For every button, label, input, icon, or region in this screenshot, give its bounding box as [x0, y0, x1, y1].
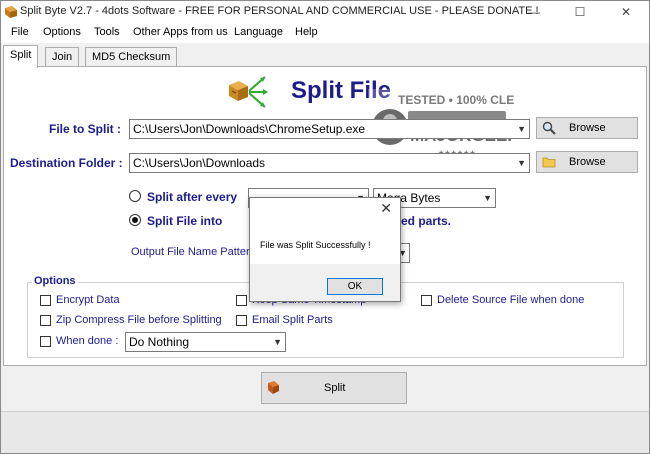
- browse-file-label: Browse: [569, 122, 606, 134]
- keep-timestamp-checkbox[interactable]: [236, 295, 247, 306]
- delete-source-checkbox[interactable]: [421, 295, 432, 306]
- maximize-button[interactable]: ☐: [557, 1, 603, 23]
- split-into-label: Split File into: [147, 214, 223, 228]
- when-done-checkbox[interactable]: [40, 336, 51, 347]
- close-button[interactable]: ✕: [603, 1, 649, 23]
- menu-file[interactable]: File: [11, 26, 29, 38]
- tab-split[interactable]: Split: [3, 45, 39, 68]
- chevron-down-icon: ▼: [517, 158, 526, 168]
- delete-source-label: Delete Source File when done: [437, 294, 585, 306]
- menu-tools[interactable]: Tools: [94, 26, 120, 38]
- status-bar: [1, 411, 649, 453]
- email-parts-checkbox[interactable]: [236, 315, 247, 326]
- split-into-radio[interactable]: [129, 214, 141, 226]
- encrypt-label: Encrypt Data: [56, 294, 120, 306]
- browse-folder-label: Browse: [569, 156, 606, 168]
- dialog-close-button[interactable]: ✕: [380, 200, 392, 217]
- email-parts-label: Email Split Parts: [252, 314, 333, 326]
- menu-options[interactable]: Options: [43, 26, 81, 38]
- destination-folder-value: C:\Users\Jon\Downloads: [133, 156, 266, 170]
- file-to-split-combo[interactable]: C:\Users\Jon\Downloads\ChromeSetup.exe ▼: [129, 119, 530, 139]
- split-file-icon: [268, 381, 279, 394]
- app-window: Split Byte V2.7 - 4dots Software - FREE …: [0, 0, 650, 454]
- minimize-button[interactable]: —: [511, 1, 557, 23]
- encrypt-checkbox[interactable]: [40, 295, 51, 306]
- chevron-down-icon: ▼: [273, 337, 282, 347]
- folder-icon: [542, 157, 556, 168]
- browse-file-button[interactable]: Browse: [536, 117, 638, 139]
- when-done-label: When done :: [56, 335, 119, 347]
- watermark-line1: TESTED • 100% CLEAN: [398, 93, 514, 107]
- dialog-message: File was Split Successfully !: [260, 240, 371, 250]
- title-bar: Split Byte V2.7 - 4dots Software - FREE …: [1, 1, 649, 23]
- menu-help[interactable]: Help: [295, 26, 318, 38]
- menu-other-apps[interactable]: Other Apps from us: [133, 26, 228, 38]
- success-dialog: ✕ File was Split Successfully ! OK: [249, 197, 401, 302]
- app-logo-icon: [5, 6, 17, 18]
- split-button[interactable]: Split: [261, 372, 407, 404]
- magnifier-icon: [542, 121, 556, 135]
- tab-md5-checksum[interactable]: MD5 Checksum: [85, 47, 178, 67]
- tab-strip: Split Join MD5 Checksum: [1, 45, 649, 68]
- box-arrows-icon: [229, 76, 268, 108]
- zip-compress-label: Zip Compress File before Splitting: [56, 314, 222, 326]
- file-to-split-value: C:\Users\Jon\Downloads\ChromeSetup.exe: [133, 122, 366, 136]
- menu-bar: File Options Tools Other Apps from us La…: [1, 23, 649, 43]
- dialog-title-bar: ✕: [250, 198, 400, 220]
- split-after-radio[interactable]: [129, 190, 141, 202]
- output-pattern-label: Output File Name Pattern: [131, 246, 256, 258]
- destination-folder-combo[interactable]: C:\Users\Jon\Downloads ▼: [129, 153, 530, 173]
- chevron-down-icon: ▼: [517, 124, 526, 134]
- when-done-combo[interactable]: Do Nothing ▼: [125, 332, 286, 352]
- tab-join[interactable]: Join: [45, 47, 80, 67]
- file-to-split-label: File to Split :: [49, 122, 121, 136]
- menu-language[interactable]: Language: [234, 26, 283, 38]
- browse-folder-button[interactable]: Browse: [536, 151, 638, 173]
- split-button-label: Split: [324, 382, 346, 394]
- when-done-value: Do Nothing: [129, 335, 190, 349]
- split-after-label: Split after every: [147, 190, 238, 204]
- dialog-body: File was Split Successfully !: [250, 220, 400, 264]
- chevron-down-icon: ▼: [483, 193, 492, 203]
- window-title: Split Byte V2.7 - 4dots Software - FREE …: [20, 5, 539, 17]
- zip-compress-checkbox[interactable]: [40, 315, 51, 326]
- dialog-ok-button[interactable]: OK: [327, 278, 383, 295]
- options-title: Options: [32, 275, 78, 287]
- destination-folder-label: Destination Folder :: [10, 156, 123, 170]
- split-into-parts-suffix: ed parts.: [401, 214, 452, 228]
